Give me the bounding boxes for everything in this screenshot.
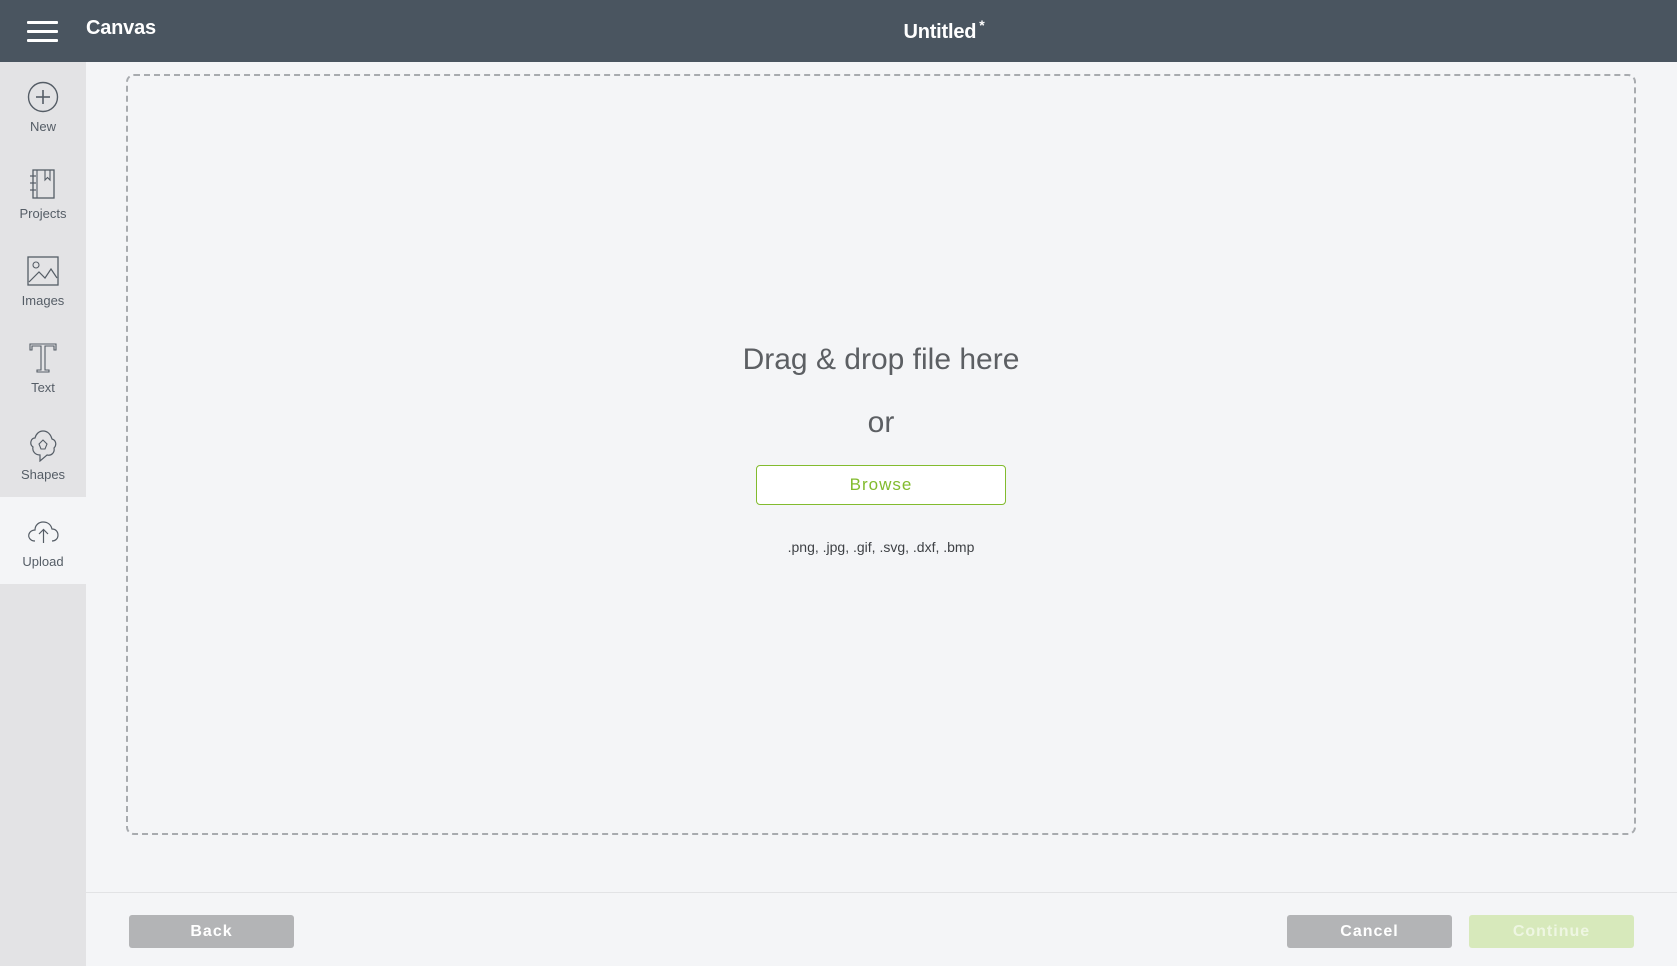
drop-zone-title: Drag & drop file here [742,343,1020,376]
sidebar-item-text[interactable]: Text [0,323,86,410]
unsaved-marker: * [979,17,985,33]
browse-button[interactable]: Browse [756,465,1006,505]
cloud-upload-icon [28,521,59,543]
sidebar-item-new[interactable]: New [0,62,86,149]
plus-circle-icon [27,81,59,113]
sidebar-item-projects[interactable]: Projects [0,149,86,236]
sidebar-item-label: Images [21,293,65,308]
sidebar-item-images[interactable]: Images [0,236,86,323]
shapes-icon [30,430,57,462]
cancel-button[interactable]: Cancel [1287,915,1452,948]
sidebar-item-label: New [29,119,56,134]
document-title[interactable]: Untitled * [0,17,1677,44]
top-bar: Canvas Untitled * [0,0,1677,62]
sidebar-item-label: Upload [22,554,64,569]
sidebar-item-shapes[interactable]: Shapes [0,410,86,497]
text-t-icon [29,343,57,373]
image-icon [27,256,59,286]
sidebar-item-label: Text [31,380,55,395]
back-button[interactable]: Back [129,915,294,948]
sidebar-item-label: Shapes [20,467,66,482]
sidebar-item-label: Projects [19,206,67,221]
document-title-text: Untitled [903,21,977,43]
supported-formats-text: .png, .jpg, .gif, .svg, .dxf, .bmp [787,539,975,555]
notebook-icon [30,169,55,199]
sidebar: New Projects Images Text Shapes Upload [0,62,86,966]
sidebar-item-upload[interactable]: Upload [0,497,86,584]
file-drop-zone[interactable]: Drag & drop file here or Browse .png, .j… [126,74,1636,835]
drop-zone-or-text: or [867,406,895,439]
bottom-action-bar: Back Cancel Continue [86,892,1677,966]
continue-button[interactable]: Continue [1469,915,1634,948]
